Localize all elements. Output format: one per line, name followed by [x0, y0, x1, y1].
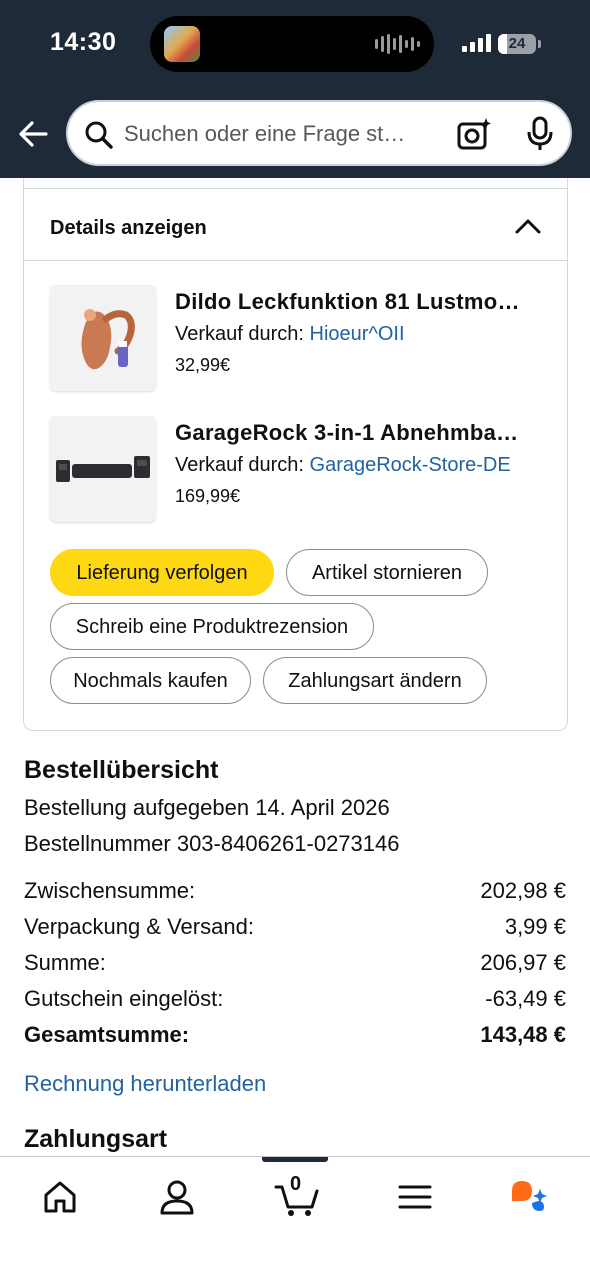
seller-link[interactable]: GarageRock-Store-DE: [310, 454, 511, 476]
order-number: Bestellnummer 303-8406261-0273146: [24, 831, 400, 856]
audio-wave-icon: [375, 34, 420, 54]
summary-value: 3,99 €: [504, 914, 566, 939]
summary-value: 202,98 €: [480, 878, 566, 903]
menu-icon[interactable]: [395, 1177, 435, 1217]
item-seller: Verkauf durch: Hioeur^OII: [175, 323, 405, 346]
product-image[interactable]: [50, 285, 156, 391]
now-playing-app-icon: [164, 26, 200, 62]
summary-row-grand-total: Gesamtsumme: 143,48 €: [24, 1022, 566, 1052]
back-arrow-icon[interactable]: [16, 116, 52, 152]
summary-row-shipping: Verpackung & Versand: 3,99 €: [24, 914, 566, 944]
payment-method-title: Zahlungsart: [24, 1125, 168, 1153]
signal-icon: [462, 34, 491, 52]
summary-label: Verpackung & Versand:: [24, 914, 254, 939]
item-title[interactable]: GarageRock 3-in-1 Abnehmba…: [175, 420, 545, 446]
item-seller: Verkauf durch: GarageRock-Store-DE: [175, 454, 511, 477]
battery-level: [498, 34, 508, 54]
microphone-icon[interactable]: [524, 116, 556, 152]
summary-row-total: Summe: 206,97 €: [24, 950, 566, 980]
order-item[interactable]: GarageRock 3-in-1 Abnehmba… Verkauf durc…: [50, 416, 550, 524]
summary-label: Gutschein eingelöst:: [24, 986, 224, 1011]
search-input[interactable]: [124, 116, 434, 152]
status-time: 14:30: [50, 28, 117, 56]
item-price: 169,99€: [175, 486, 241, 506]
home-icon[interactable]: [40, 1177, 80, 1217]
chevron-up-icon: [515, 219, 541, 234]
change-payment-button[interactable]: Zahlungsart ändern: [263, 657, 487, 704]
summary-value: 206,97 €: [480, 950, 566, 975]
summary-row-coupon: Gutschein eingelöst: -63,49 €: [24, 986, 566, 1016]
order-item[interactable]: Dildo Leckfunktion 81 Lustmo… Verkauf du…: [50, 285, 550, 393]
summary-value: 143,48 €: [480, 1022, 566, 1047]
account-icon[interactable]: [157, 1177, 197, 1217]
seller-prefix: Verkauf durch:: [175, 454, 310, 476]
battery-icon: 24: [498, 34, 536, 54]
summary-value: -63,49 €: [485, 986, 566, 1011]
details-label: Details anzeigen: [50, 217, 207, 239]
summary-label: Summe:: [24, 950, 106, 975]
track-package-button[interactable]: Lieferung verfolgen: [50, 549, 274, 596]
battery-tip: [538, 40, 541, 48]
bottom-navigation: 0: [0, 1156, 590, 1280]
write-review-button[interactable]: Schreib eine Produktrezension: [50, 603, 374, 650]
seller-link[interactable]: Hioeur^OII: [310, 323, 405, 345]
search-bar[interactable]: [66, 100, 572, 166]
item-price: 32,99€: [175, 355, 231, 375]
battery-percent: 24: [508, 35, 526, 52]
top-bar: 14:30 24: [0, 0, 590, 178]
order-summary-title: Bestellübersicht: [24, 756, 219, 784]
cancel-items-button[interactable]: Artikel stornieren: [286, 549, 488, 596]
details-toggle[interactable]: Details anzeigen: [24, 189, 567, 261]
search-icon: [85, 121, 113, 149]
summary-row-subtotal: Zwischensumme: 202,98 €: [24, 878, 566, 908]
order-date: Bestellung aufgegeben 14. April 2026: [24, 795, 390, 820]
buy-again-button[interactable]: Nochmals kaufen: [50, 657, 251, 704]
summary-label: Gesamtsumme:: [24, 1022, 190, 1047]
active-tab-indicator: [262, 1157, 328, 1162]
item-title[interactable]: Dildo Leckfunktion 81 Lustmo…: [175, 289, 545, 315]
dynamic-island: [150, 16, 434, 72]
download-invoice-link[interactable]: Rechnung herunterladen: [24, 1071, 266, 1097]
seller-prefix: Verkauf durch:: [175, 323, 310, 345]
rufus-assistant-icon[interactable]: [508, 1177, 548, 1217]
product-image[interactable]: [50, 416, 156, 522]
summary-label: Zwischensumme:: [24, 878, 196, 903]
cart-count: 0: [290, 1173, 302, 1195]
camera-search-icon[interactable]: [456, 116, 492, 152]
